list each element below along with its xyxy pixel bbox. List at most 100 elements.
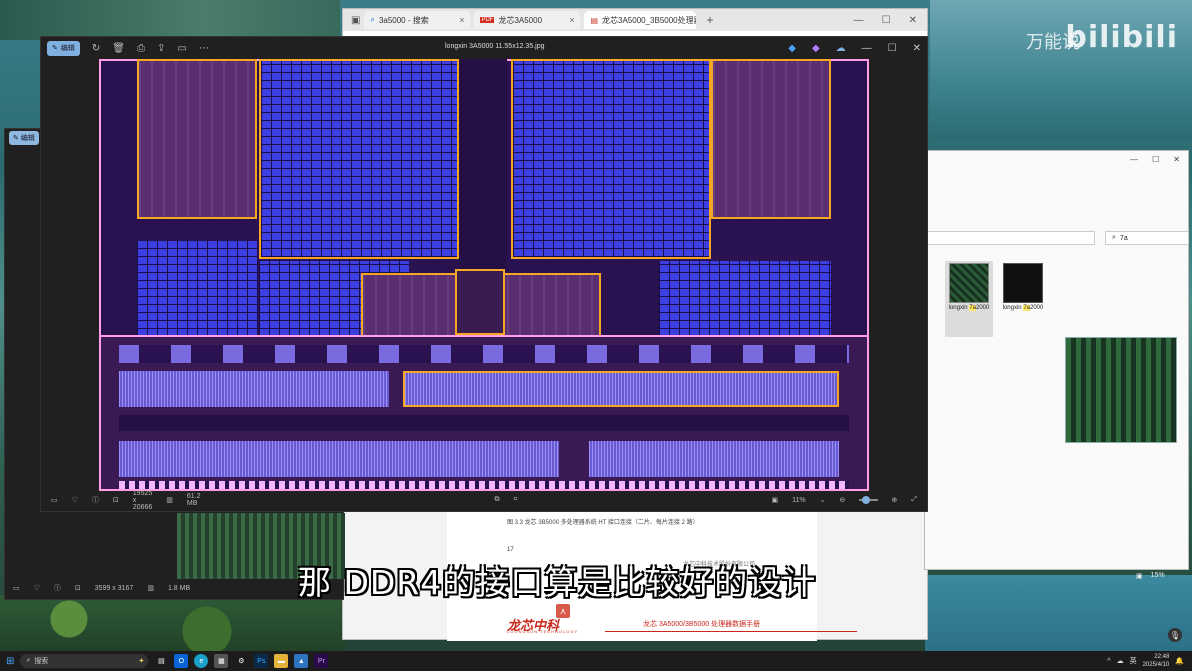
maximize-icon[interactable]: ☐ bbox=[888, 43, 897, 54]
store-icon[interactable]: ▦ bbox=[214, 654, 229, 668]
delete-icon[interactable]: 🗑 bbox=[112, 43, 125, 54]
more-icon[interactable]: ⋯ bbox=[199, 43, 209, 54]
filmstrip-icon[interactable]: ▭ bbox=[13, 584, 20, 592]
sram-right bbox=[659, 261, 831, 337]
zoom-in-icon[interactable]: ⊕ bbox=[892, 496, 898, 504]
watermark-brand: bilibili bbox=[1065, 20, 1178, 55]
outlook-icon[interactable]: O bbox=[174, 654, 189, 668]
pdf-icon: PDF bbox=[480, 17, 495, 23]
slideshow-icon[interactable]: ▭ bbox=[177, 43, 186, 54]
print-icon[interactable]: ⎙ bbox=[137, 43, 145, 54]
tab-search[interactable]: ⌕ 3a5000 - 搜索 × bbox=[364, 11, 471, 29]
file-thumbnail bbox=[1003, 263, 1043, 303]
taskbar-search[interactable]: ⌕ 搜索 ✦ bbox=[20, 654, 149, 668]
explorer-path-bar[interactable] bbox=[925, 231, 1095, 245]
zoom-out-icon[interactable]: ⊖ bbox=[839, 496, 845, 504]
cloud-icon[interactable]: ☁ bbox=[1117, 657, 1124, 665]
io-pads-bottom bbox=[119, 481, 849, 489]
sparkle-icon: ✦ bbox=[138, 658, 145, 665]
photo-status-bar: ▭ ♡ ⓘ ⊡ 3599 x 3167 ▥ 1.8 MB bbox=[5, 577, 343, 599]
ddr-phy-3 bbox=[119, 441, 559, 477]
cache-block-right bbox=[511, 59, 711, 259]
minimize-icon[interactable]: — bbox=[862, 43, 872, 54]
maximize-icon[interactable]: ☐ bbox=[882, 15, 891, 26]
zoom-slider-handle[interactable] bbox=[861, 496, 870, 504]
video-subtitle: 那 DDR4的接口算是比较好的设计 bbox=[298, 563, 817, 602]
image-dimensions: 19525 x 20666 bbox=[132, 489, 153, 511]
ime-indicator[interactable]: 英 bbox=[1130, 656, 1137, 666]
close-icon[interactable]: ✕ bbox=[1173, 155, 1180, 164]
image-dimensions: 3599 x 3167 bbox=[94, 584, 134, 592]
pdf-manual-title: 龙芯 3A5000/3B5000 处理器数据手册 bbox=[643, 621, 761, 628]
compare-icon[interactable]: ⧉ bbox=[495, 496, 500, 504]
file-item[interactable]: longxin 7a2000 bbox=[999, 261, 1047, 337]
taskbar: ⊞ ⌕ 搜索 ✦ ▤ O e ▦ ⚙ Ps ▬ ▲ Pr ^ ☁ 英 22:48… bbox=[0, 651, 1192, 671]
fullscreen-icon[interactable]: ⤢ bbox=[911, 496, 917, 504]
close-icon[interactable]: × bbox=[459, 15, 464, 25]
edit-button[interactable]: ✎ 编辑 bbox=[9, 131, 39, 145]
designer-icon[interactable]: ◆ bbox=[812, 43, 820, 54]
heart-icon[interactable]: ♡ bbox=[72, 496, 78, 504]
cloud-icon[interactable]: ☁ bbox=[836, 43, 846, 54]
share-icon[interactable]: ⇪ bbox=[157, 43, 165, 54]
window-controls: ◆ ◆ ☁ — ☐ ✕ bbox=[788, 43, 921, 54]
photoshop-icon[interactable]: Ps bbox=[254, 654, 269, 668]
acrobat-icon[interactable]: ⋏ bbox=[556, 604, 570, 618]
system-tray: ^ ☁ 英 22:48 2025/4/10 🔔 bbox=[1107, 653, 1192, 669]
edit-button[interactable]: ✎ 编辑 bbox=[47, 40, 80, 56]
microphone-icon[interactable]: 🎙 bbox=[1168, 628, 1182, 642]
loongson-logo-subtext: LOONGSON TECHNOLOGY bbox=[507, 629, 579, 634]
wallpaper-foliage bbox=[0, 595, 345, 655]
info-icon[interactable]: ⓘ bbox=[92, 495, 99, 505]
premiere-icon[interactable]: Pr bbox=[314, 654, 329, 668]
photos-icon[interactable]: ▲ bbox=[294, 654, 309, 668]
minimize-icon[interactable]: — bbox=[854, 15, 864, 26]
clock-date: 2025/4/10 bbox=[1142, 662, 1170, 668]
chevron-down-icon[interactable]: ⌄ bbox=[820, 496, 826, 504]
wallpaper-cliff bbox=[0, 0, 340, 40]
browser-menu-icon[interactable]: ▣ bbox=[351, 15, 360, 26]
tab-datasheet[interactable]: ▤ 龙芯3A5000_3B5000处理器数据 × bbox=[584, 11, 697, 29]
taskbar-clock[interactable]: 22:48 2025/4/10 bbox=[1143, 653, 1170, 669]
file-explorer-icon[interactable]: ▬ bbox=[274, 654, 289, 668]
chevron-up-icon[interactable]: ^ bbox=[1107, 658, 1110, 665]
task-view-icon[interactable]: ▤ bbox=[154, 654, 168, 668]
close-icon[interactable]: ✕ bbox=[913, 43, 921, 54]
dimensions-icon: ⊡ bbox=[112, 497, 119, 504]
heart-icon[interactable]: ♡ bbox=[34, 584, 40, 592]
search-icon: ⌕ bbox=[1112, 234, 1116, 241]
viewer-filename: longxin 3A5000 11.55x12.35.jpg bbox=[445, 43, 545, 50]
rotate-icon[interactable]: ↻ bbox=[92, 43, 100, 54]
search-value: 7a bbox=[1119, 234, 1128, 242]
new-tab-button[interactable]: + bbox=[700, 13, 719, 27]
storage-icon: ▥ bbox=[147, 585, 154, 592]
file-item-selected[interactable]: longxin 7a2000 bbox=[945, 261, 993, 337]
edge-icon[interactable]: e bbox=[194, 654, 209, 668]
fit-icon[interactable]: ▣ bbox=[771, 496, 778, 504]
filmstrip-icon[interactable]: ▭ bbox=[51, 496, 58, 504]
sram-left bbox=[137, 241, 257, 337]
crop-icon[interactable]: ⌗ bbox=[514, 496, 518, 504]
explorer-search-input[interactable]: ⌕ 7a bbox=[1105, 231, 1189, 245]
edit-label: 编辑 bbox=[60, 45, 75, 52]
fit-icon[interactable]: ▣ bbox=[1136, 572, 1143, 580]
ddr-bus bbox=[119, 415, 849, 431]
cache-block-left bbox=[259, 59, 459, 259]
settings-icon[interactable]: ⚙ bbox=[234, 654, 248, 668]
ddr-phy-2 bbox=[403, 371, 839, 407]
info-icon[interactable]: ⓘ bbox=[54, 583, 61, 593]
pdf-caption: 图 3.3 龙芯 3B5000 多处理器系统 HT 接口连接（二片、每片连接 2… bbox=[507, 520, 699, 526]
close-icon[interactable]: × bbox=[569, 15, 574, 25]
file-name: longxin 7a2000 bbox=[1002, 305, 1044, 311]
search-icon: ⌕ bbox=[370, 15, 375, 24]
core-left bbox=[137, 59, 257, 219]
maximize-icon[interactable]: ☐ bbox=[1152, 155, 1159, 164]
browser-tabbar: ▣ ⌕ 3a5000 - 搜索 × PDF 龙芯3A5000 × ▤ 龙芯3A5… bbox=[343, 9, 927, 31]
windows-start-icon[interactable]: ⊞ bbox=[6, 656, 14, 667]
minimize-icon[interactable]: — bbox=[1130, 155, 1138, 164]
copilot-icon[interactable]: ◆ bbox=[788, 43, 796, 54]
zoom-slider[interactable] bbox=[859, 496, 878, 504]
notification-icon[interactable]: 🔔 bbox=[1175, 657, 1184, 665]
tab-pdf[interactable]: PDF 龙芯3A5000 × bbox=[474, 11, 581, 29]
close-icon[interactable]: ✕ bbox=[909, 15, 917, 26]
